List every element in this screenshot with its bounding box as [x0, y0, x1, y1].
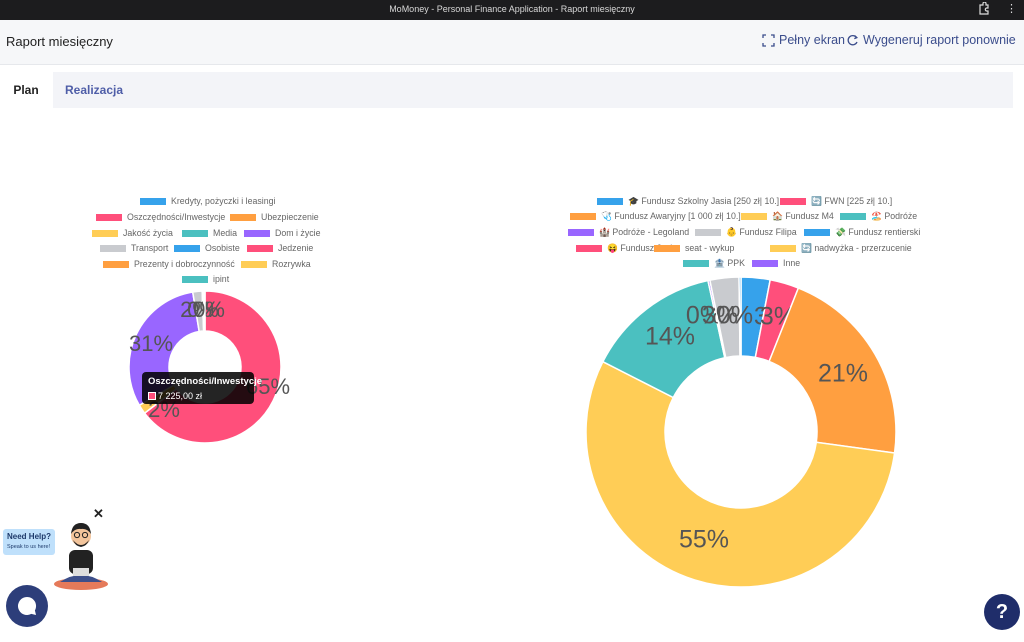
legend-swatch	[683, 260, 709, 267]
legend-swatch	[654, 245, 680, 252]
legend-swatch	[840, 213, 866, 220]
slice-pct-label-1-2: 21%	[818, 360, 868, 388]
legend-label: 👶 Fundusz Filipa	[726, 227, 797, 237]
legend-label: 🏖️ Podróże	[871, 211, 917, 221]
legend-swatch	[576, 245, 602, 252]
legend-swatch	[780, 198, 806, 205]
legend-label: 🔄 nadwyżka - przerzucenie	[801, 243, 912, 253]
help-bubble[interactable]: Need Help? Speak to us here!	[3, 529, 55, 555]
legend-swatch	[597, 198, 623, 205]
legend-swatch	[752, 260, 778, 267]
legend-item-1-7[interactable]: 💸 Fundusz rentierski	[804, 227, 920, 237]
legend-item-1-11[interactable]: 🏦 PPK	[683, 258, 745, 268]
legend-item-1-3[interactable]: 🏠 Fundusz M4	[741, 211, 834, 221]
slice-pct-label-1-7: 0%	[717, 302, 753, 330]
legend-label: 💸 Fundusz rentierski	[835, 227, 920, 237]
legend-item-1-12[interactable]: Inne	[752, 258, 800, 268]
plan-funds-chart: 🎓 Fundusz Szkolny Jasia [250 zł| 10.] 🔄 F…	[568, 196, 920, 588]
slice-pct-label-1-3: 55%	[679, 526, 729, 554]
tooltip-value: 7 225,00 zł	[158, 391, 203, 401]
legend-item-1-4[interactable]: 🏖️ Podróże	[840, 211, 917, 221]
legend-item-1-10[interactable]: 🔄 nadwyżka - przerzucenie	[770, 243, 912, 253]
legend-item-1-5[interactable]: 🏰 Podróże - Legoland	[568, 227, 689, 237]
legend-swatch	[695, 229, 721, 236]
legend-swatch	[770, 245, 796, 252]
legend-label: 🏰 Podróże - Legoland	[599, 227, 689, 237]
legend-label: 🔄 FWN [225 zł| 10.]	[811, 196, 892, 206]
help-title: Need Help?	[7, 532, 52, 541]
help-subtitle: Speak to us here!	[7, 544, 51, 550]
chart-tooltip: Oszczędności/Inwestycje 7 225,00 zł	[142, 372, 262, 404]
chat-bubble-icon	[17, 596, 37, 615]
tooltip-title: Oszczędności/Inwestycje	[148, 376, 263, 387]
support-avatar-illustration	[54, 523, 108, 590]
legend-label: Inne	[783, 258, 800, 268]
help-question-button[interactable]: ?	[984, 594, 1020, 630]
legend-item-1-2[interactable]: 🩺 Fundusz Awaryjny [1 000 zł| 10.]	[570, 211, 741, 221]
legend-swatch	[741, 213, 767, 220]
legend-item-1-0[interactable]: 🎓 Fundusz Szkolny Jasia [250 zł| 10.]	[597, 196, 779, 206]
tooltip-color-swatch	[148, 392, 156, 400]
chat-button[interactable]	[6, 585, 48, 627]
legend-item-1-6[interactable]: 👶 Fundusz Filipa	[695, 227, 797, 237]
legend-label: seat - wykup	[685, 243, 734, 253]
legend-label: 🏠 Fundusz M4	[772, 211, 834, 221]
legend-swatch	[804, 229, 830, 236]
legend-swatch	[568, 229, 594, 236]
legend-label: 🎓 Fundusz Szkolny Jasia [250 zł| 10.]	[628, 196, 779, 206]
legend-label: 🏦 PPK	[714, 258, 745, 268]
legend-swatch	[570, 213, 596, 220]
legend-label: 🩺 Fundusz Awaryjny [1 000 zł| 10.]	[601, 211, 741, 221]
legend-item-1-1[interactable]: 🔄 FWN [225 zł| 10.]	[780, 196, 892, 206]
